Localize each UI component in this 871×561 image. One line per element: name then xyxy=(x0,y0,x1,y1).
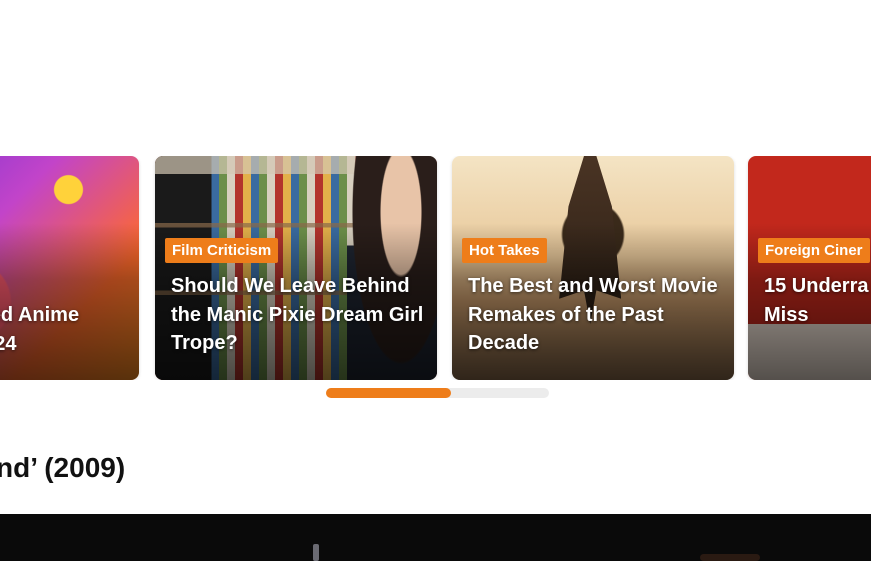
carousel-scrollbar[interactable] xyxy=(326,388,549,398)
video-player[interactable] xyxy=(0,514,871,561)
carousel-card-foreign[interactable]: Foreign Ciner 15 Underra Films You S Mis… xyxy=(748,156,871,380)
article-carousel: ated Anime 2024 Film Criticism Should We… xyxy=(0,156,871,380)
card-title: ated Anime 2024 xyxy=(0,304,80,355)
category-tag[interactable]: Hot Takes xyxy=(462,238,547,263)
carousel-card-remakes[interactable]: Hot Takes The Best and Worst Movie Remak… xyxy=(452,156,734,380)
card-title: The Best and Worst Movie Remakes of the … xyxy=(468,275,718,354)
section-heading: nd’ (2009) xyxy=(0,452,126,483)
card-title: Should We Leave Behind the Manic Pixie D… xyxy=(171,275,424,354)
page: ated Anime 2024 Film Criticism Should We… xyxy=(0,0,871,561)
carousel-card-anime[interactable]: ated Anime 2024 xyxy=(0,156,139,380)
scrollbar-thumb[interactable] xyxy=(326,388,451,398)
carousel-card-manic-pixie[interactable]: Film Criticism Should We Leave Behind th… xyxy=(155,156,437,380)
card-title: 15 Underra Films You S Miss xyxy=(764,275,871,326)
category-tag[interactable]: Film Criticism xyxy=(165,238,279,263)
category-tag[interactable]: Foreign Ciner xyxy=(758,238,870,263)
